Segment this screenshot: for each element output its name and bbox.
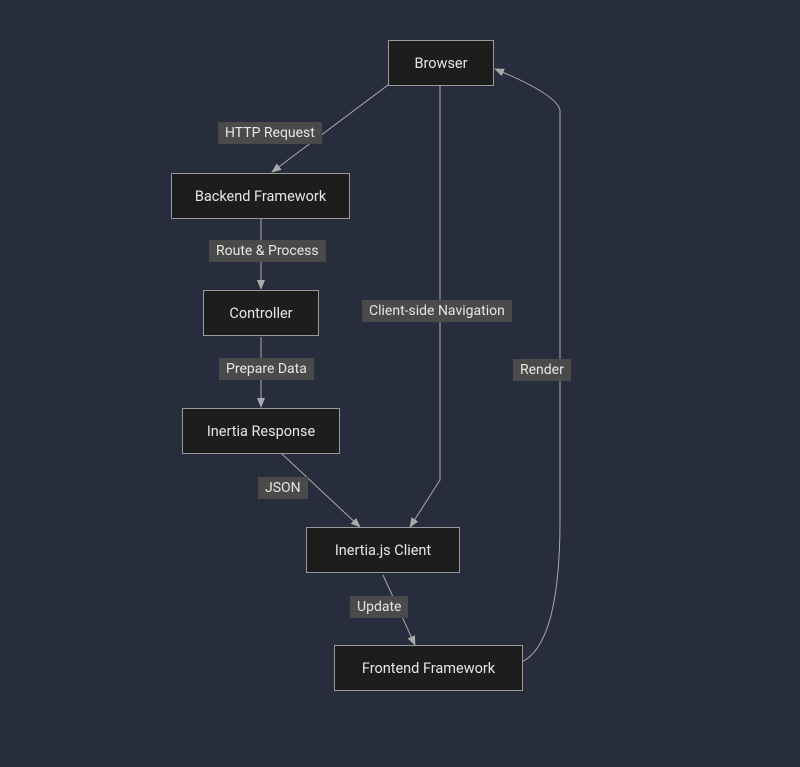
node-controller: Controller (203, 290, 319, 336)
label-update: Update (350, 596, 408, 618)
node-frontend-framework: Frontend Framework (334, 645, 523, 691)
node-browser: Browser (388, 40, 494, 86)
label-http-request: HTTP Request (218, 122, 322, 144)
node-inertia-response: Inertia Response (182, 408, 340, 454)
label-json: JSON (258, 477, 308, 499)
node-backend-framework: Backend Framework (171, 173, 350, 219)
label-route-process: Route & Process (209, 240, 326, 262)
label-client-nav: Client-side Navigation (362, 300, 512, 322)
node-inertia-client: Inertia.js Client (306, 527, 460, 573)
label-prepare-data: Prepare Data (219, 358, 314, 380)
label-render: Render (513, 359, 571, 381)
